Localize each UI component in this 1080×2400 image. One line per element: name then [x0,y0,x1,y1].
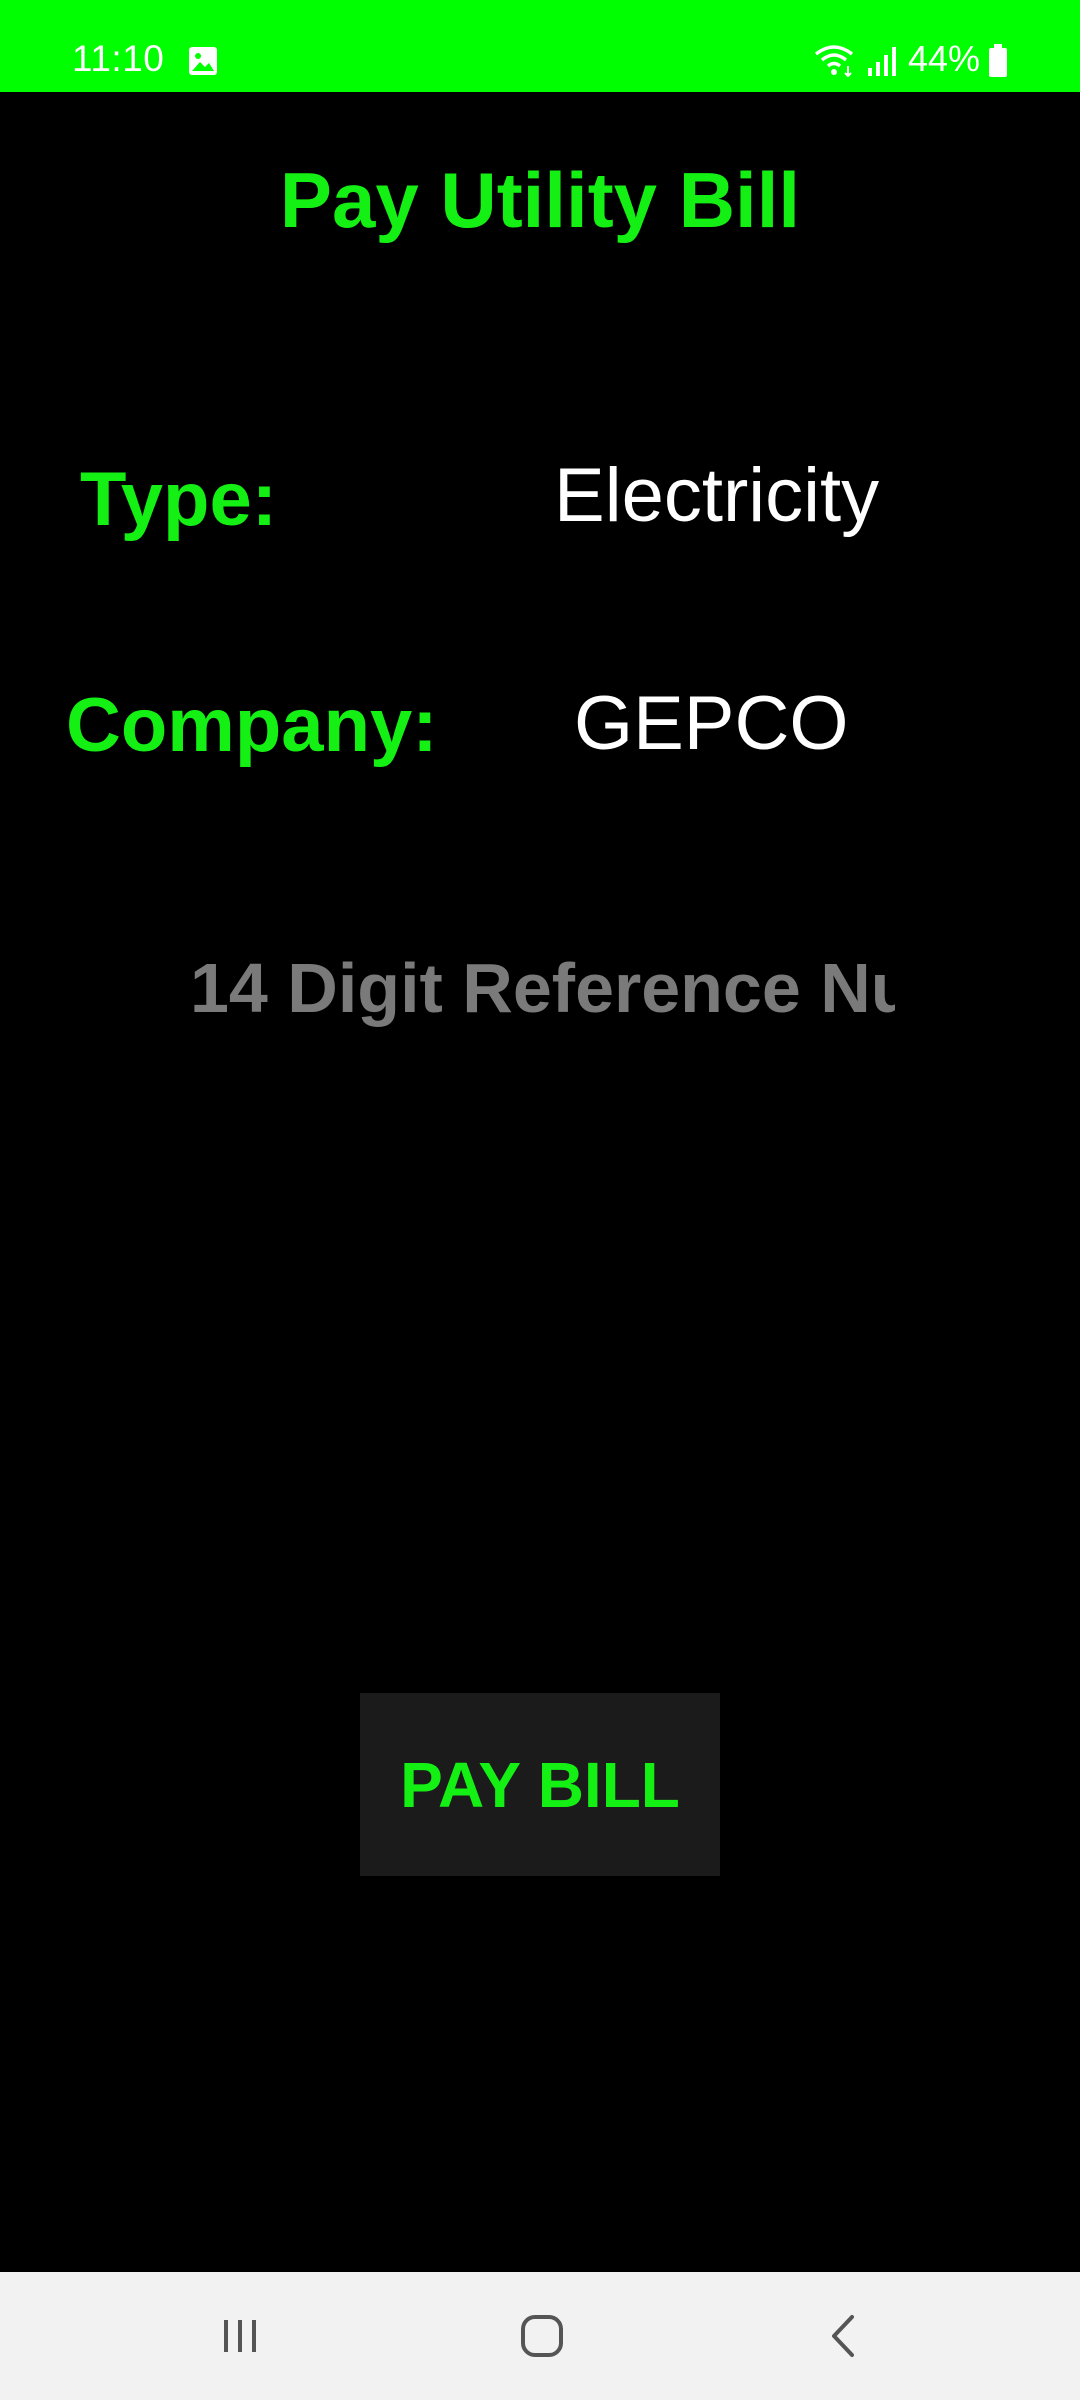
type-label: Type: [80,457,278,542]
signal-icon [868,47,896,76]
company-label: Company: [66,683,438,768]
wifi-icon [814,45,854,78]
home-icon [521,2315,563,2357]
home-button[interactable] [462,2272,622,2400]
recents-icon [224,2320,256,2352]
company-value: GEPCO [574,681,849,766]
image-icon [189,47,217,75]
recents-button[interactable] [160,2272,320,2400]
reference-number-input[interactable] [190,938,895,1038]
status-bar: 11:10 44% [0,0,1080,92]
battery-icon [989,44,1007,77]
back-button[interactable] [764,2272,924,2400]
page-title: Pay Utility Bill [279,156,801,244]
back-icon [832,2315,854,2357]
type-value: Electricity [554,453,880,538]
navigation-bar [0,2272,1080,2400]
pay-bill-button[interactable]: PAY BILL [360,1693,720,1876]
status-time: 11:10 [72,38,165,79]
battery-percentage: 44% [908,38,981,79]
